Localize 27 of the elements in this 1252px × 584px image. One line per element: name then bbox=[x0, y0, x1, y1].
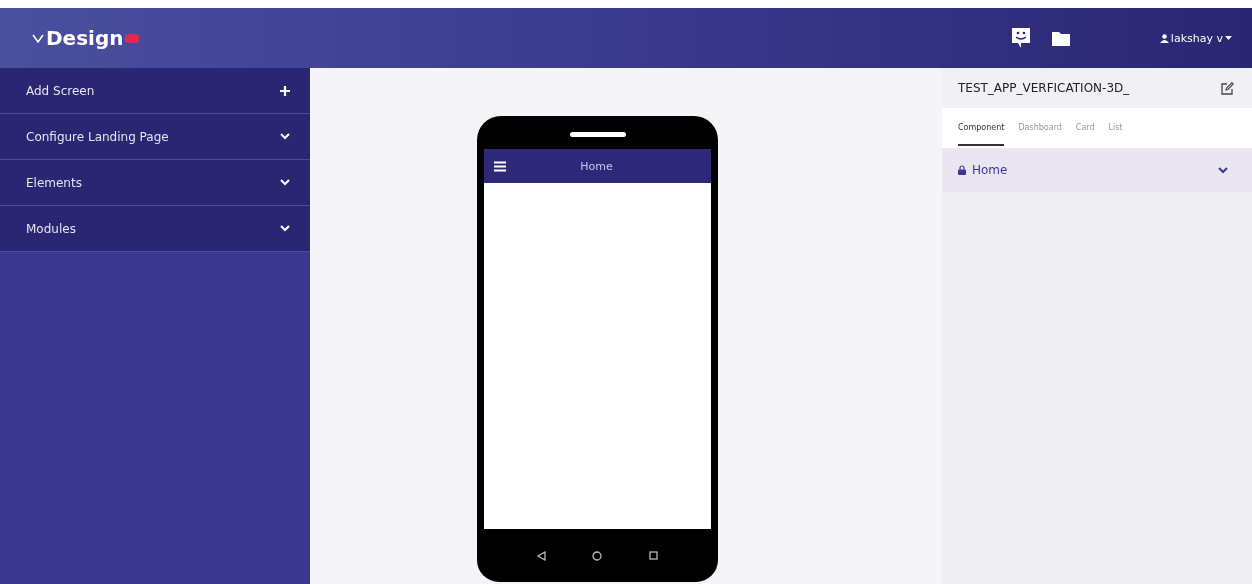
tab[interactable]: Component bbox=[958, 110, 1005, 146]
chevron-icon bbox=[1218, 166, 1228, 174]
recents-icon[interactable] bbox=[648, 551, 658, 560]
chat-smile-icon[interactable] bbox=[1011, 28, 1030, 48]
project-title: TEST_APP_VERFICATION-3D_ bbox=[958, 81, 1130, 95]
user-menu[interactable]: lakshay v bbox=[1159, 31, 1232, 45]
logo-mark-icon bbox=[125, 33, 140, 43]
sidebar-item[interactable]: Elements bbox=[0, 160, 310, 206]
sidebar-item[interactable]: Add Screen bbox=[0, 68, 310, 114]
caret-icon bbox=[1225, 35, 1232, 41]
chevron-icon bbox=[280, 179, 290, 186]
user-icon bbox=[1159, 33, 1169, 43]
chevron-icon bbox=[280, 225, 290, 232]
chevron-icon bbox=[280, 133, 290, 140]
check-icon bbox=[32, 33, 44, 43]
logo-text: Design bbox=[46, 26, 124, 50]
app-title: Home bbox=[579, 159, 614, 173]
folder-icon[interactable] bbox=[1051, 30, 1070, 46]
home-icon[interactable] bbox=[592, 550, 603, 561]
sidebar-item[interactable]: Modules bbox=[0, 206, 310, 252]
plus-icon bbox=[280, 85, 290, 96]
speaker-icon bbox=[569, 132, 626, 137]
screen-accordion[interactable]: Home bbox=[942, 148, 1252, 192]
menu-icon[interactable] bbox=[494, 160, 506, 172]
back-icon[interactable] bbox=[537, 550, 547, 561]
sidebar-item[interactable]: Configure Landing Page bbox=[0, 114, 310, 160]
edit-icon[interactable] bbox=[1221, 81, 1234, 95]
